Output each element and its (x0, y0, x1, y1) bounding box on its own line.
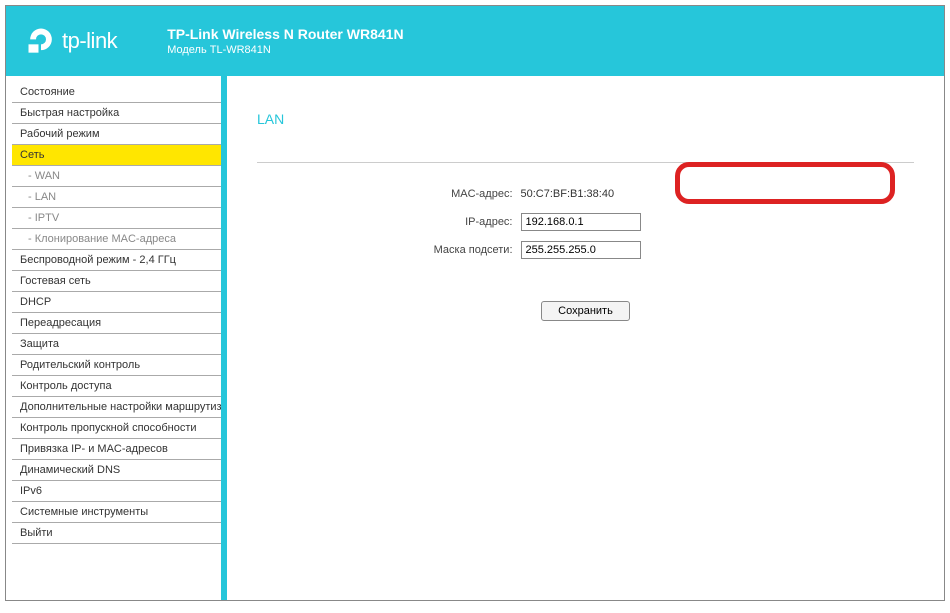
mac-label: MAC-адрес: (261, 188, 521, 200)
sidebar-item-5[interactable]: - LAN (12, 187, 221, 208)
divider (257, 162, 914, 163)
tplink-logo-icon (26, 26, 56, 56)
sidebar-item-16[interactable]: Контроль пропускной способности (12, 418, 221, 439)
sidebar-item-12[interactable]: Защита (12, 334, 221, 355)
sidebar-item-4[interactable]: - WAN (12, 166, 221, 187)
sidebar-item-3[interactable]: Сеть (12, 145, 221, 166)
sidebar-item-2[interactable]: Рабочий режим (12, 124, 221, 145)
sidebar-item-8[interactable]: Беспроводной режим - 2,4 ГГц (12, 250, 221, 271)
sidebar-item-11[interactable]: Переадресация (12, 313, 221, 334)
page-title: LAN (257, 111, 914, 127)
mask-row: Маска подсети: (261, 239, 911, 261)
sidebar-item-14[interactable]: Контроль доступа (12, 376, 221, 397)
mask-input[interactable] (521, 241, 641, 259)
header-titles: TP-Link Wireless N Router WR841N Модель … (167, 26, 403, 56)
sidebar-item-20[interactable]: Системные инструменты (12, 502, 221, 523)
sidebar-item-15[interactable]: Дополнительные настройки маршрутизации (12, 397, 221, 418)
sidebar-item-13[interactable]: Родительский контроль (12, 355, 221, 376)
ip-input[interactable] (521, 213, 641, 231)
mac-row: MAC-адрес: 50:C7:BF:B1:38:40 (261, 183, 911, 205)
sidebar-item-6[interactable]: - IPTV (12, 208, 221, 229)
sidebar-item-0[interactable]: Состояние (12, 82, 221, 103)
ip-row: IP-адрес: (261, 211, 911, 233)
mask-label: Маска подсети: (261, 244, 521, 256)
sidebar-item-18[interactable]: Динамический DNS (12, 460, 221, 481)
content-area: LAN MAC-адрес: 50:C7:BF:B1:38:40 IP-адре… (227, 76, 944, 600)
brand-logo: tp-link (26, 26, 117, 56)
save-button[interactable]: Сохранить (541, 301, 630, 321)
sidebar-item-17[interactable]: Привязка IP- и MAC-адресов (12, 439, 221, 460)
brand-text: tp-link (62, 28, 117, 54)
product-subtitle: Модель TL-WR841N (167, 44, 403, 56)
sidebar-item-10[interactable]: DHCP (12, 292, 221, 313)
sidebar-item-9[interactable]: Гостевая сеть (12, 271, 221, 292)
header: tp-link TP-Link Wireless N Router WR841N… (6, 6, 944, 76)
ip-label: IP-адрес: (261, 216, 521, 228)
sidebar-item-19[interactable]: IPv6 (12, 481, 221, 502)
sidebar: СостояниеБыстрая настройкаРабочий режимС… (6, 76, 221, 600)
sidebar-item-7[interactable]: - Клонирование MAC-адреса (12, 229, 221, 250)
sidebar-item-21[interactable]: Выйти (12, 523, 221, 544)
sidebar-item-1[interactable]: Быстрая настройка (12, 103, 221, 124)
product-title: TP-Link Wireless N Router WR841N (167, 26, 403, 42)
mac-value: 50:C7:BF:B1:38:40 (521, 188, 615, 200)
